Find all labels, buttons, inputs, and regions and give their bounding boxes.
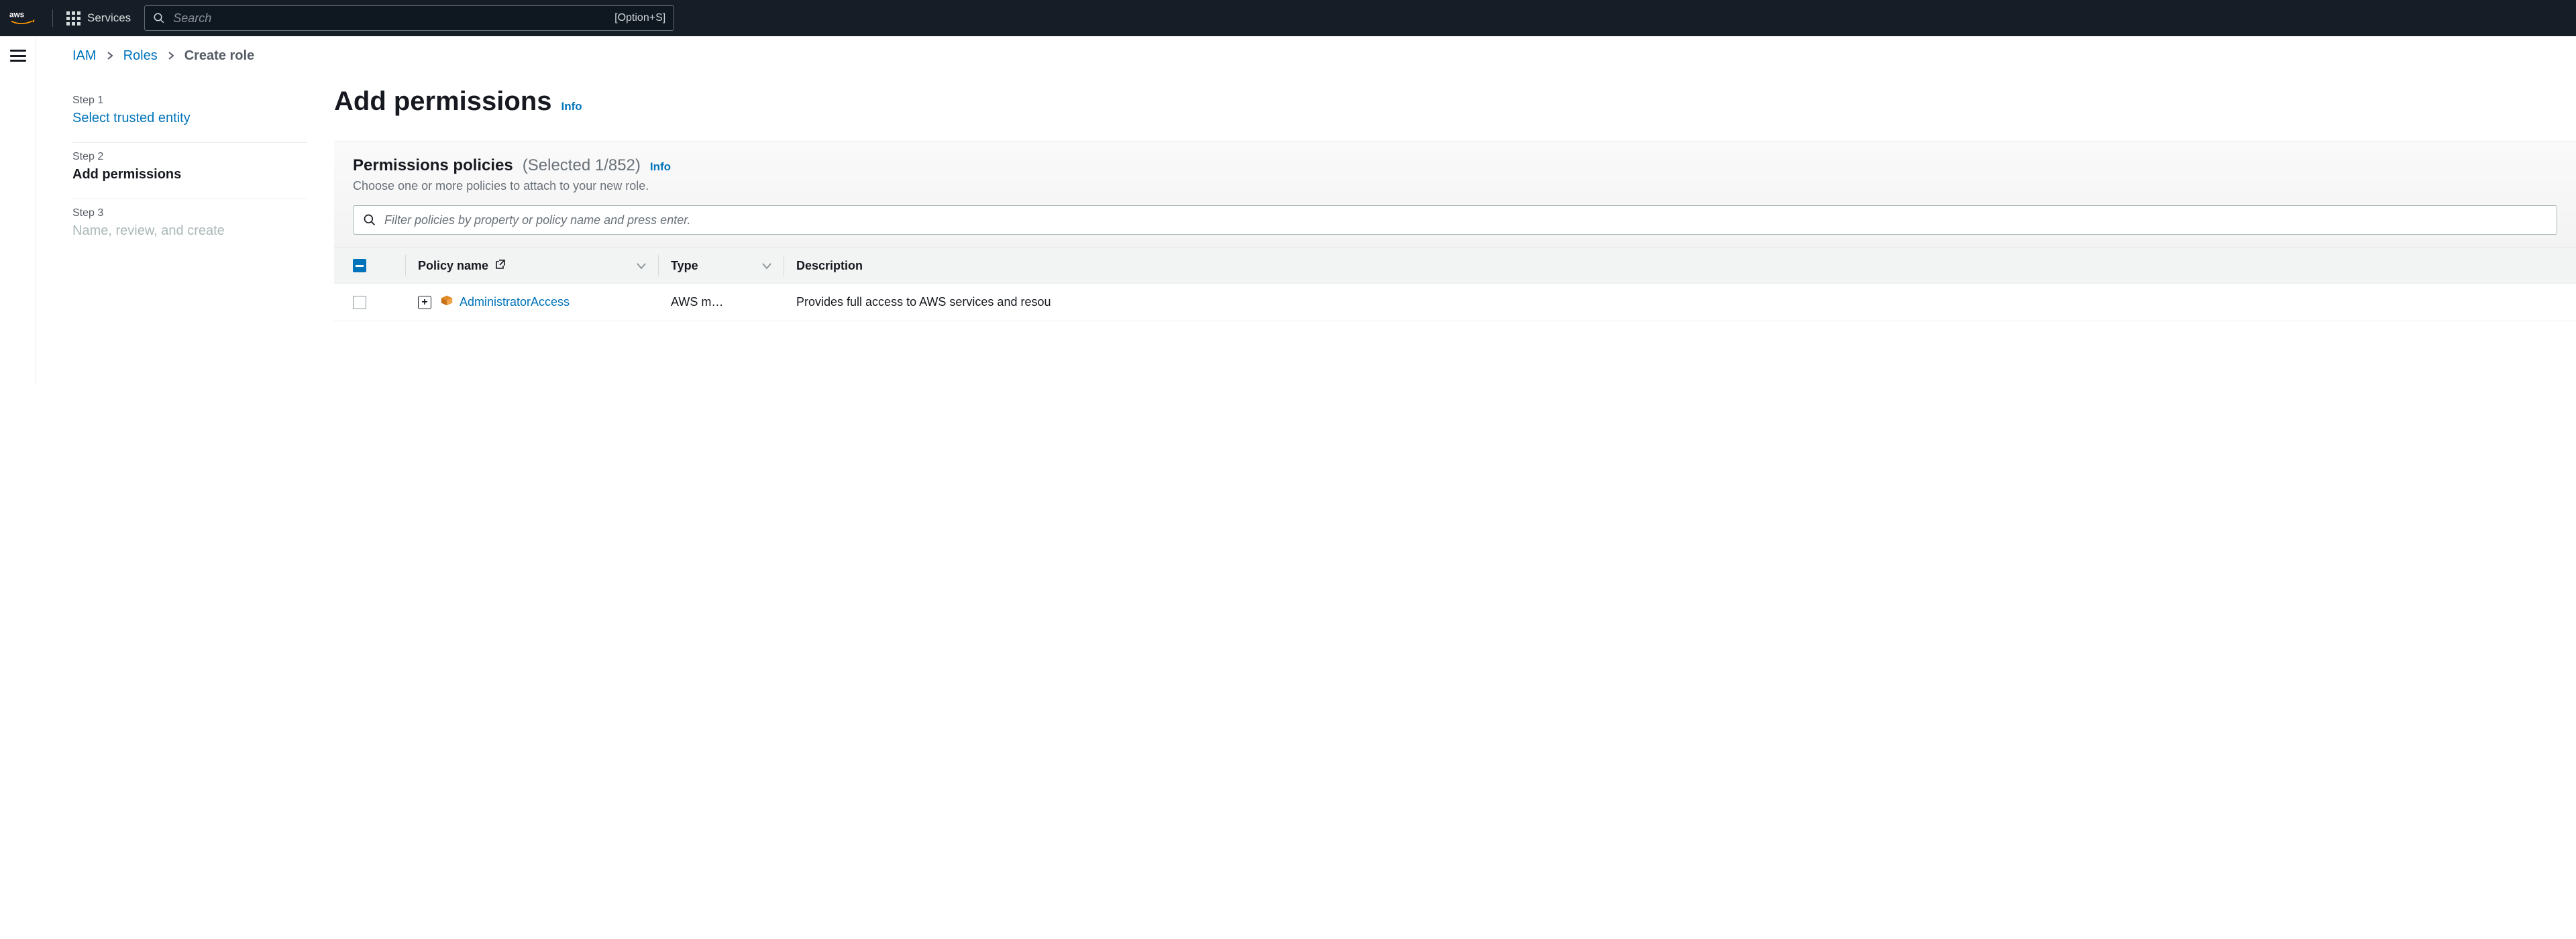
wizard-step-title: Select trusted entity (72, 111, 307, 126)
page-title: Add permissions (334, 87, 552, 117)
sort-icon (637, 259, 646, 273)
select-all-checkbox[interactable] (353, 259, 366, 272)
wizard-step-label: Step 2 (72, 151, 307, 163)
wizard-step-label: Step 3 (72, 207, 307, 219)
row-checkbox[interactable] (353, 296, 366, 309)
wizard-step-label: Step 1 (72, 95, 307, 107)
search-icon (363, 213, 376, 227)
wizard-steps: Step 1 Select trusted entity Step 2 Add … (72, 87, 307, 321)
wizard-step-3: Step 3 Name, review, and create (72, 199, 307, 255)
sort-icon (762, 259, 771, 273)
expand-row-button[interactable]: + (418, 296, 431, 309)
column-header-policy-name[interactable]: Policy name (418, 259, 646, 273)
policy-filter-input[interactable]: Filter policies by property or policy na… (353, 205, 2557, 235)
policy-filter-placeholder: Filter policies by property or policy na… (384, 213, 691, 227)
nav-divider (52, 9, 53, 27)
search-input[interactable]: Search [Option+S] (144, 5, 674, 31)
svg-text:aws: aws (9, 11, 25, 19)
wizard-step-2: Step 2 Add permissions (72, 143, 307, 199)
panel-description: Choose one or more policies to attach to… (353, 179, 2557, 193)
policy-type: AWS m… (671, 295, 771, 309)
wizard-step-title: Add permissions (72, 167, 307, 182)
services-label: Services (87, 11, 131, 25)
column-header-description[interactable]: Description (796, 259, 2557, 273)
hamburger-icon[interactable] (10, 50, 26, 62)
aws-logo[interactable]: aws (9, 9, 39, 27)
top-nav: aws Services Search [Option+S] (0, 0, 2576, 36)
main-content: Add permissions Info Permissions policie… (334, 87, 2576, 321)
panel-selection-count: (Selected 1/852) (523, 156, 641, 175)
chevron-right-icon (167, 48, 175, 64)
panel-title: Permissions policies (353, 156, 513, 175)
permissions-policies-panel: Permissions policies (Selected 1/852) In… (334, 141, 2576, 321)
info-link[interactable]: Info (561, 100, 582, 113)
policy-description: Provides full access to AWS services and… (796, 295, 2557, 309)
column-header-type[interactable]: Type (671, 259, 771, 273)
breadcrumb-roles[interactable]: Roles (123, 48, 158, 64)
policies-table-header: Policy name Type (334, 247, 2576, 284)
search-shortcut-hint: [Option+S] (614, 12, 665, 24)
chevron-right-icon (106, 48, 114, 64)
info-link[interactable]: Info (650, 160, 671, 174)
breadcrumb: IAM Roles Create role (72, 48, 2576, 64)
aws-managed-policy-icon (439, 293, 454, 311)
wizard-step-1[interactable]: Step 1 Select trusted entity (72, 87, 307, 143)
grid-icon (66, 11, 80, 25)
services-button[interactable]: Services (66, 11, 131, 25)
search-icon (153, 12, 165, 24)
policy-name-link[interactable]: AdministratorAccess (460, 295, 570, 309)
wizard-step-title: Name, review, and create (72, 223, 307, 239)
external-link-icon (495, 259, 506, 273)
side-nav-toggle-area (0, 36, 36, 385)
table-row: + AdministratorAccess AWS m (334, 284, 2576, 321)
breadcrumb-current: Create role (184, 48, 255, 64)
breadcrumb-iam[interactable]: IAM (72, 48, 97, 64)
search-placeholder: Search (173, 11, 606, 25)
